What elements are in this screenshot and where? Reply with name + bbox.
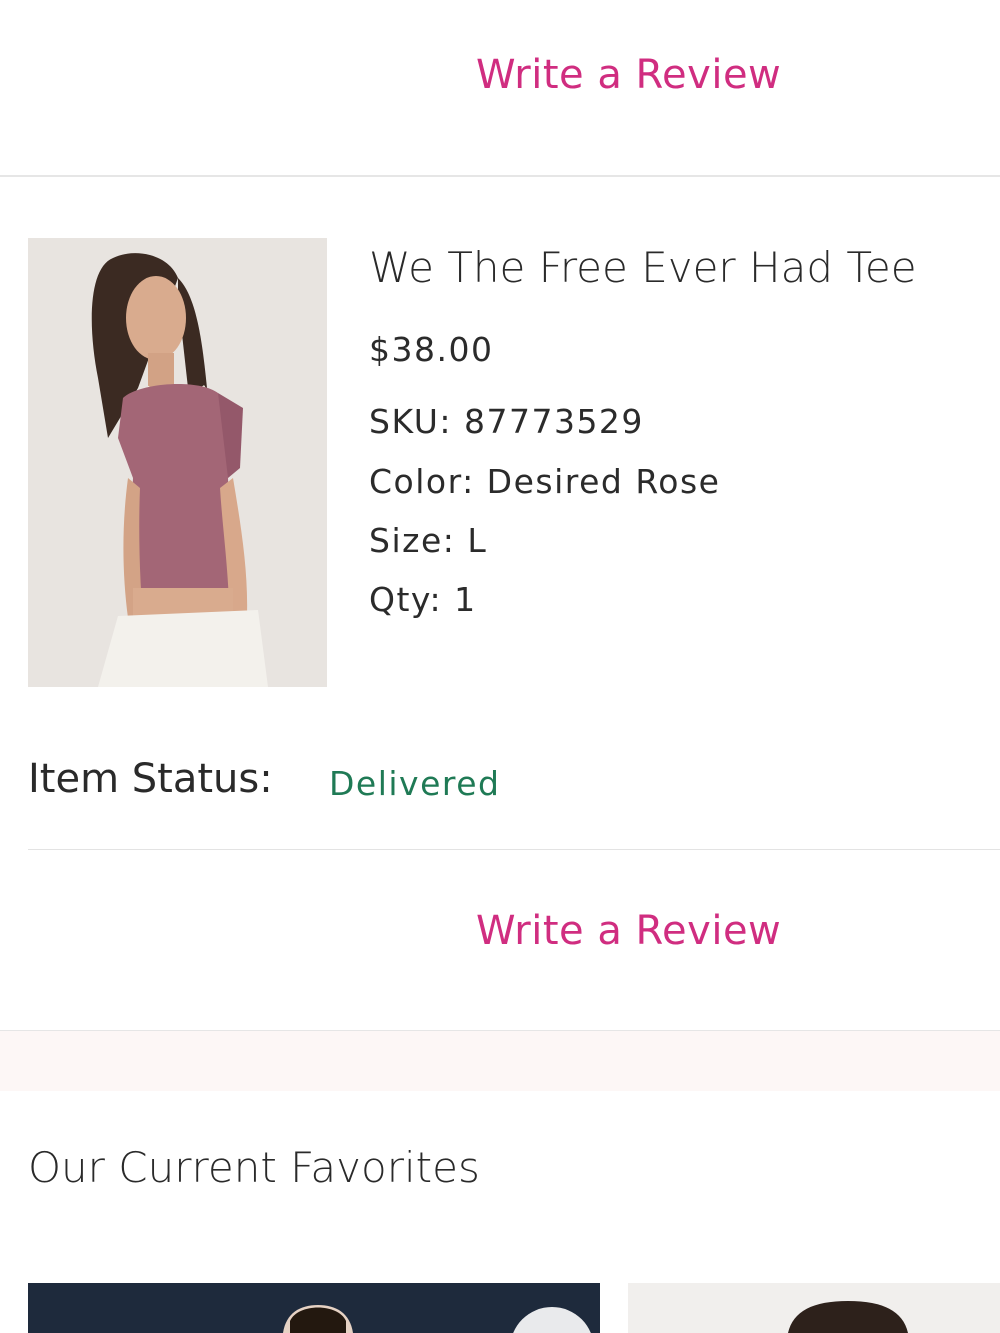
product-photo-illustration bbox=[28, 238, 327, 687]
product-price: $38.00 bbox=[369, 330, 494, 369]
favorite-product-card[interactable] bbox=[28, 1283, 600, 1333]
product-name[interactable]: We The Free Ever Had Tee bbox=[369, 243, 917, 292]
write-review-link-top[interactable]: Write a Review bbox=[476, 52, 806, 98]
product-size: Size: L bbox=[369, 521, 488, 560]
product-sku: SKU: 87773529 bbox=[369, 402, 644, 441]
item-status-label: Item Status: bbox=[28, 756, 273, 802]
divider bbox=[0, 175, 1000, 177]
section-spacer-band bbox=[0, 1031, 1000, 1091]
item-status-value: Delivered bbox=[329, 764, 501, 803]
product-photo-illustration bbox=[628, 1283, 1000, 1333]
product-color: Color: Desired Rose bbox=[369, 462, 721, 501]
favorites-title: Our Current Favorites bbox=[28, 1143, 480, 1192]
product-quantity: Qty: 1 bbox=[369, 580, 477, 619]
write-review-link-bottom[interactable]: Write a Review bbox=[476, 908, 806, 954]
favorite-product-card[interactable] bbox=[628, 1283, 1000, 1333]
product-photo-illustration bbox=[28, 1283, 600, 1333]
product-image[interactable] bbox=[28, 238, 327, 687]
divider bbox=[28, 849, 1000, 850]
